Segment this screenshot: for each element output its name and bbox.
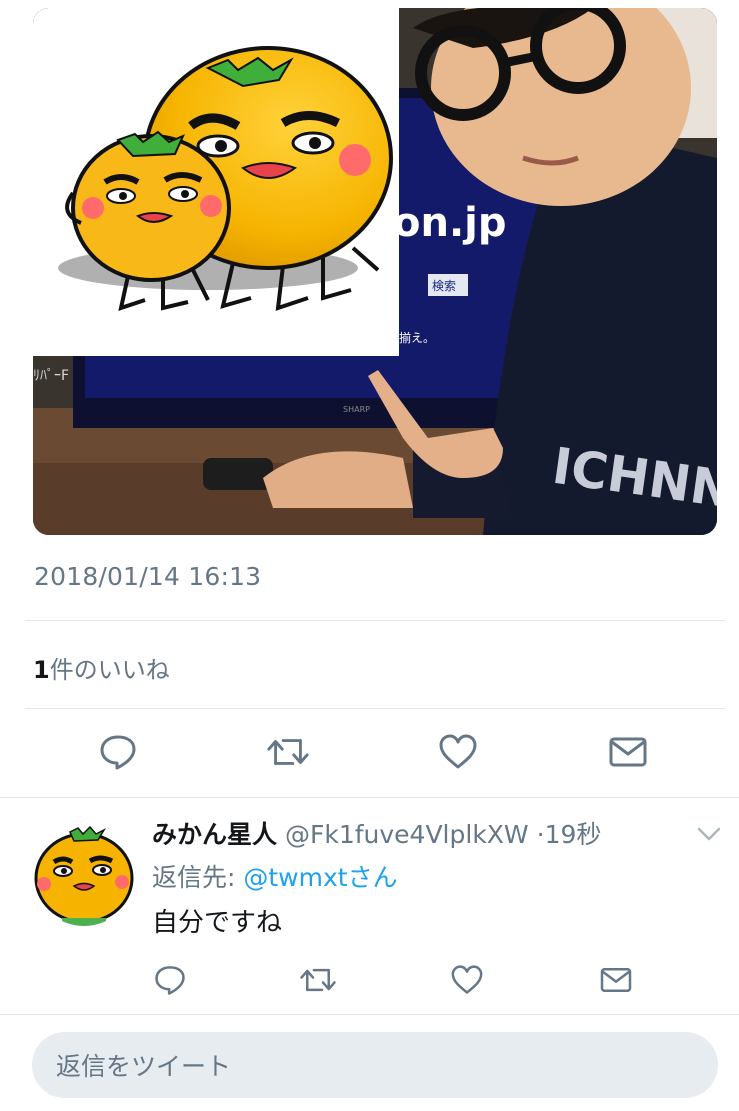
message-icon — [609, 737, 647, 767]
tweet-action-bar — [0, 730, 739, 774]
reply-body-text: 自分ですね — [152, 908, 283, 938]
reply-message-button[interactable] — [596, 960, 636, 1000]
reply-compose-input[interactable]: 返信をツイート — [32, 1032, 718, 1098]
replying-to-prefix: 返信先: — [152, 863, 244, 892]
reply-header: みかん星人 @Fk1fuve4VlplkXW ·19秒 — [152, 815, 601, 851]
replying-to: 返信先: @twmxtさん — [152, 858, 398, 894]
likes-count-link[interactable]: 1件のいいね — [33, 650, 170, 685]
retweet-icon — [300, 968, 336, 992]
compose-placeholder: 返信をツイート — [56, 1052, 232, 1081]
reply-reply-button[interactable] — [150, 960, 190, 1000]
reply-separator: · — [536, 820, 545, 849]
reply-icon — [155, 966, 185, 995]
divider — [25, 620, 725, 621]
reply-display-name[interactable]: みかん星人 — [152, 820, 277, 849]
retweet-button[interactable] — [266, 730, 310, 774]
reply-like-button[interactable] — [447, 960, 487, 1000]
divider — [25, 708, 725, 709]
tweet-timestamp: 2018/01/14 16:13 — [34, 562, 262, 591]
monitor-brand-text: SHARP — [343, 405, 370, 414]
tweet-menu-button[interactable] — [694, 822, 724, 846]
reply-handle[interactable]: @Fk1fuve4VlplkXW — [285, 820, 529, 849]
reply-time[interactable]: 19秒 — [545, 820, 602, 849]
replying-to-mention[interactable]: @twmxtさん — [243, 863, 397, 892]
monitor-search-button-text: 検索 — [432, 279, 456, 293]
reply-icon — [100, 735, 136, 770]
likes-number: 1 — [33, 656, 50, 684]
like-button[interactable] — [436, 730, 480, 774]
like-icon — [439, 734, 477, 769]
photo-content: on.jp 検索 揃え。 SHARP ﾘﾊﾟｰF ICHNN — [33, 8, 717, 535]
reply-action-bar — [0, 960, 739, 1000]
retweet-icon — [267, 739, 309, 765]
likes-label: 件のいいね — [49, 656, 170, 684]
divider — [0, 797, 739, 798]
reply-avatar[interactable] — [32, 822, 136, 926]
reply-retweet-button[interactable] — [298, 960, 338, 1000]
like-icon — [451, 965, 483, 994]
mikan-avatar-icon — [32, 822, 136, 926]
chevron-down-icon — [697, 827, 721, 841]
message-icon — [600, 968, 632, 992]
tweet-media-image[interactable]: on.jp 検索 揃え。 SHARP ﾘﾊﾟｰF ICHNN — [33, 8, 717, 535]
monitor-logo-text: on.jp — [393, 200, 507, 246]
reply-button[interactable] — [96, 730, 140, 774]
monitor-small-text: 揃え。 — [399, 330, 435, 345]
left-edge-text: ﾘﾊﾟｰF — [33, 368, 69, 384]
direct-message-button[interactable] — [606, 730, 650, 774]
divider — [0, 1014, 739, 1015]
